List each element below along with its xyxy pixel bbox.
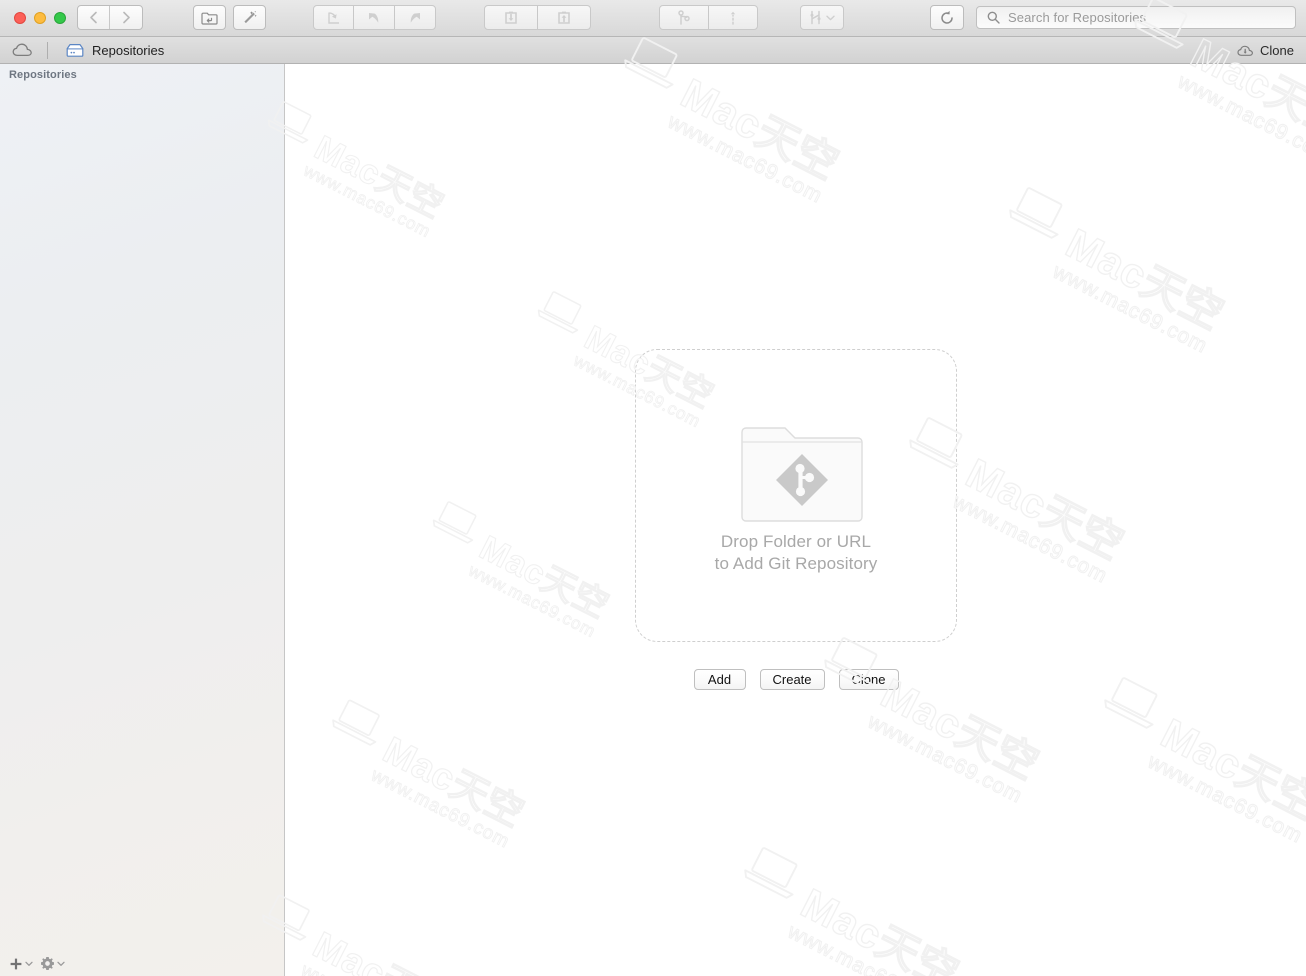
branch-icon <box>678 9 690 25</box>
drop-zone-text: Drop Folder or URL to Add Git Repository <box>635 531 957 575</box>
forward-button[interactable] <box>110 6 142 29</box>
tag-button[interactable] <box>709 6 758 29</box>
sidebar-add-button[interactable] <box>9 957 33 971</box>
pull-down-icon <box>504 11 517 24</box>
search-icon <box>987 11 1000 24</box>
folder-arrow-icon <box>201 12 218 25</box>
search-field[interactable]: Search for Repositories <box>976 6 1296 29</box>
push-up-icon <box>557 11 570 24</box>
sidebar-settings-button[interactable] <box>40 956 65 971</box>
create-button[interactable]: Create <box>759 669 825 690</box>
refresh-icon <box>941 10 953 24</box>
chevron-right-icon <box>122 11 130 24</box>
arrow-up-left-icon <box>369 12 379 23</box>
merge-icon <box>810 10 821 25</box>
clone-button[interactable]: Clone <box>838 669 899 690</box>
cloud-icon <box>12 43 32 57</box>
refresh-control <box>930 5 964 30</box>
application-window: Search for Repositories Repositories Clo… <box>0 0 1306 976</box>
zoom-button[interactable] <box>54 12 66 24</box>
branch-button[interactable] <box>660 6 709 29</box>
refresh-button[interactable] <box>931 6 963 29</box>
plus-icon <box>10 958 22 970</box>
drop-zone-line2: to Add Git Repository <box>714 554 878 573</box>
gear-icon <box>41 957 54 970</box>
back-button[interactable] <box>78 6 111 29</box>
merge-button[interactable] <box>801 6 843 29</box>
chevron-down-icon <box>826 15 835 20</box>
git-folder-icon <box>741 424 863 522</box>
sidebar: Repositories <box>0 64 285 976</box>
tab-clone-action[interactable]: Clone <box>1237 37 1294 64</box>
magic-wand-icon <box>244 10 257 23</box>
magic-wand-button[interactable] <box>234 6 265 29</box>
merge-control <box>800 5 844 30</box>
add-button[interactable]: Add <box>693 669 746 690</box>
navigation-segmented-control <box>77 5 143 30</box>
stage-button[interactable] <box>395 6 435 29</box>
main-content: Drop Folder or URL to Add Git Repository… <box>286 64 1306 976</box>
tab-label: Repositories <box>92 43 165 58</box>
magic-wand-control <box>233 5 266 30</box>
tab-clone-label: Clone <box>1260 43 1294 58</box>
pull-button[interactable] <box>485 6 538 29</box>
chevron-down-icon <box>25 961 33 966</box>
sidebar-footer <box>0 948 285 976</box>
close-button[interactable] <box>14 12 26 24</box>
cloud-download-icon <box>1237 45 1254 56</box>
show-in-finder-control <box>193 5 226 30</box>
chevron-left-icon <box>90 11 97 24</box>
discard-button[interactable] <box>354 6 395 29</box>
checkout-arrow-icon <box>327 11 339 24</box>
drive-icon <box>66 44 84 57</box>
tag-icon <box>730 11 735 25</box>
sync-actions-control <box>484 5 591 30</box>
window-controls <box>14 12 66 24</box>
repository-actions: Add Create Clone <box>635 669 957 690</box>
show-in-finder-button[interactable] <box>194 6 225 29</box>
sidebar-header: Repositories <box>9 69 77 81</box>
tab-repositories[interactable]: Repositories <box>58 37 178 64</box>
workspace-actions-control <box>313 5 436 30</box>
drop-zone-line1: Drop Folder or URL <box>720 532 872 551</box>
chevron-down-icon <box>57 961 65 966</box>
arrow-up-right-icon <box>410 12 420 23</box>
tab-bar: Repositories Clone <box>0 37 1306 64</box>
titlebar: Search for Repositories <box>0 0 1306 37</box>
checkout-button[interactable] <box>314 6 355 29</box>
push-button[interactable] <box>538 6 591 29</box>
tab-separator <box>47 42 48 59</box>
branch-tag-control <box>659 5 758 30</box>
cloud-status-button[interactable] <box>12 42 34 63</box>
minimize-button[interactable] <box>34 12 46 24</box>
search-placeholder: Search for Repositories <box>1008 10 1147 25</box>
